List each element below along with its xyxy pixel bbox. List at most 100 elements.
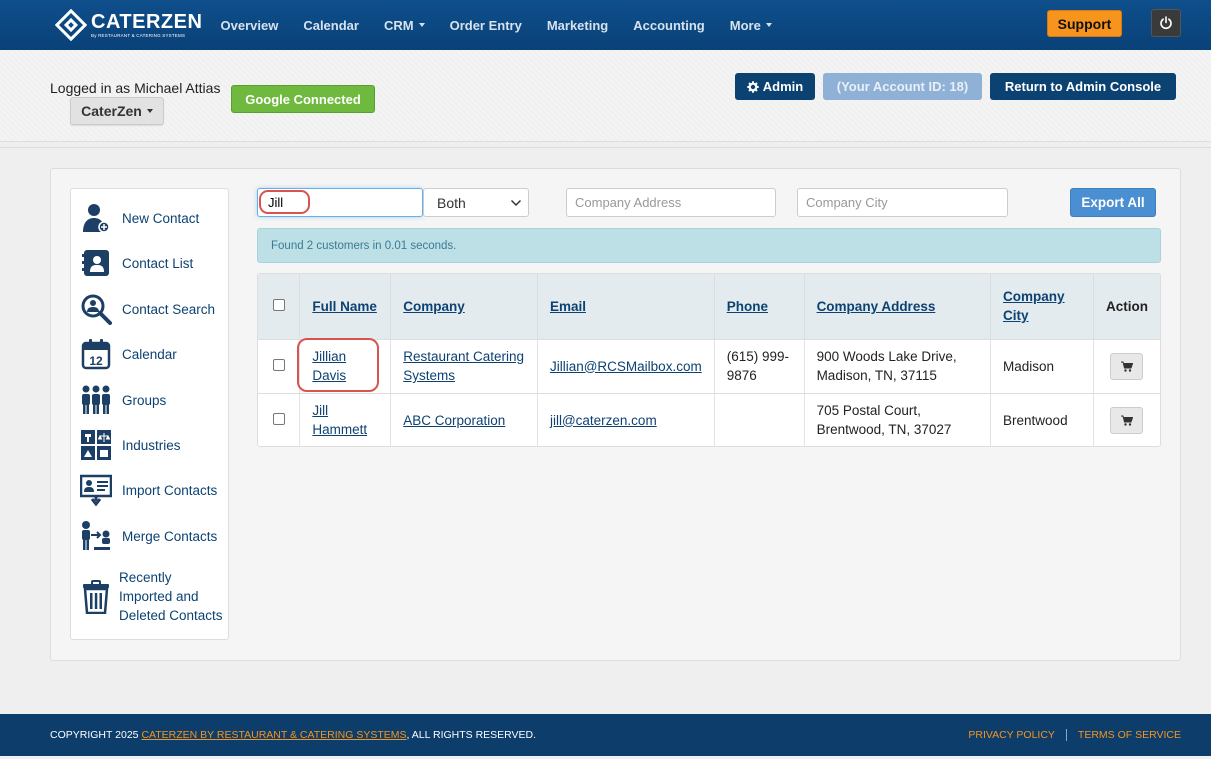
gear-icon <box>747 80 759 93</box>
sidebar-item-calendar[interactable]: 12 Calendar <box>79 337 177 371</box>
order-cart-button[interactable] <box>1110 352 1144 380</box>
sidebar-item-new-contact[interactable]: New Contact <box>79 201 199 235</box>
header-company[interactable]: Company <box>390 274 538 339</box>
contact-search-icon <box>79 292 113 326</box>
brand-tagline: By RESTAURANT & CATERING SYSTEMS <box>91 33 186 38</box>
header-email[interactable]: Email <box>537 274 715 339</box>
email-link[interactable]: jill@caterzen.com <box>550 413 657 428</box>
caret-down-icon <box>765 23 772 27</box>
terms-of-service-link[interactable]: TERMS OF SERVICE <box>1078 729 1181 741</box>
cell-company-address: 900 Woods Lake Drive, Madison, TN, 37115 <box>804 338 992 393</box>
sidebar-item-industries[interactable]: Industries <box>79 428 181 462</box>
nav-accounting[interactable]: Accounting <box>621 18 718 33</box>
table-row: Jillian Davis Restaurant Catering System… <box>258 338 1160 393</box>
page-footer: COPYRIGHT 2025 CATERZEN BY RESTAURANT & … <box>0 714 1211 756</box>
select-all-cell <box>258 274 301 339</box>
match-type-select[interactable]: Both <box>423 188 529 217</box>
contact-name-link[interactable]: Jill Hammett <box>312 403 367 437</box>
name-highlight-annotation <box>297 338 379 392</box>
nav-calendar[interactable]: Calendar <box>291 18 372 33</box>
copyright: COPYRIGHT 2025 CATERZEN BY RESTAURANT & … <box>50 729 537 741</box>
cell-email: jill@caterzen.com <box>537 392 715 446</box>
org-dropdown[interactable]: CaterZen <box>70 97 164 125</box>
caterzen-logo[interactable]: CATERZEN By RESTAURANT & CATERING SYSTEM… <box>54 8 203 42</box>
trash-icon <box>79 579 113 614</box>
cart-icon <box>1120 415 1133 426</box>
cell-company-city: Brentwood <box>990 392 1094 446</box>
top-navbar: CATERZEN By RESTAURANT & CATERING SYSTEM… <box>0 0 1211 50</box>
return-admin-console-button[interactable]: Return to Admin Console <box>990 73 1176 100</box>
nav-crm[interactable]: CRM <box>371 18 437 33</box>
cell-action <box>1093 338 1160 393</box>
contact-list-icon <box>79 246 113 280</box>
cart-icon <box>1120 361 1133 372</box>
logged-in-text: Logged in as Michael Attias <box>50 80 221 96</box>
cell-email: Jillian@RCSMailbox.com <box>537 338 715 393</box>
sidebar-item-contact-search[interactable]: Contact Search <box>79 292 215 326</box>
cell-company-city: Madison <box>990 338 1094 393</box>
nav-more[interactable]: More <box>717 18 784 33</box>
caret-down-icon <box>418 23 425 27</box>
nav-order-entry[interactable]: Order Entry <box>437 18 534 33</box>
company-city-input[interactable] <box>797 188 1008 217</box>
header-full-name[interactable]: Full Name <box>299 274 392 339</box>
privacy-policy-link[interactable]: PRIVACY POLICY <box>968 729 1055 741</box>
cell-full-name: Jill Hammett <box>299 392 392 446</box>
email-link[interactable]: Jillian@RCSMailbox.com <box>550 359 702 374</box>
calendar-day: 12 <box>89 354 103 368</box>
sidebar-item-recently-deleted[interactable]: Recently Imported and Deleted Contacts <box>79 568 227 625</box>
caret-down-icon <box>146 109 153 113</box>
main-nav: Overview Calendar CRM Order Entry Market… <box>208 0 784 50</box>
cell-company: Restaurant Catering Systems <box>390 338 538 393</box>
header-company-address[interactable]: Company Address <box>804 274 992 339</box>
select-all-checkbox[interactable] <box>272 298 285 311</box>
company-link[interactable]: CATERZEN BY RESTAURANT & CATERING SYSTEM… <box>141 729 406 741</box>
sidebar-item-import-contacts[interactable]: Import Contacts <box>79 473 217 507</box>
table-row: Jill Hammett ABC Corporation jill@caterz… <box>258 392 1160 446</box>
brand-name: CATERZEN <box>91 11 203 33</box>
contacts-table: Full Name Company Email Phone Company Ad… <box>257 273 1161 447</box>
company-link[interactable]: Restaurant Catering Systems <box>403 349 524 383</box>
new-contact-icon <box>79 201 113 235</box>
chevron-down-icon <box>510 199 522 207</box>
logo-diamond-icon <box>54 8 88 42</box>
admin-button[interactable]: Admin <box>735 73 815 100</box>
company-address-input[interactable] <box>566 188 776 217</box>
google-connected-button[interactable]: Google Connected <box>231 85 375 113</box>
import-contacts-icon <box>79 473 113 507</box>
industries-icon <box>79 428 113 462</box>
contacts-sidebar: New Contact Contact List Contact Search … <box>70 188 229 640</box>
sidebar-item-groups[interactable]: Groups <box>79 383 166 417</box>
cell-phone <box>714 392 805 446</box>
table-header-row: Full Name Company Email Phone Company Ad… <box>258 274 1160 339</box>
power-button[interactable] <box>1151 9 1181 37</box>
row-checkbox[interactable] <box>272 358 285 371</box>
nav-marketing[interactable]: Marketing <box>534 18 620 33</box>
sidebar-item-merge-contacts[interactable]: Merge Contacts <box>79 519 217 553</box>
merge-contacts-icon <box>79 519 113 553</box>
header-action: Action <box>1093 274 1160 339</box>
row-select-cell <box>258 392 301 446</box>
header-phone[interactable]: Phone <box>714 274 805 339</box>
row-checkbox[interactable] <box>272 412 285 425</box>
footer-divider <box>1065 729 1067 741</box>
support-button[interactable]: Support <box>1047 10 1122 37</box>
header-divider <box>0 147 1211 148</box>
results-alert: Found 2 customers in 0.01 seconds. <box>257 228 1161 263</box>
cell-company: ABC Corporation <box>390 392 538 446</box>
account-id-button[interactable]: (Your Account ID: 18) <box>823 73 982 100</box>
company-link[interactable]: ABC Corporation <box>403 413 505 428</box>
sidebar-item-contact-list[interactable]: Contact List <box>79 246 193 280</box>
search-highlight-annotation <box>259 190 310 214</box>
order-cart-button[interactable] <box>1110 406 1144 434</box>
footer-links: PRIVACY POLICY TERMS OF SERVICE <box>968 729 1181 741</box>
power-icon <box>1160 16 1172 30</box>
header-company-city[interactable]: Company City <box>990 274 1094 339</box>
cell-action <box>1093 392 1160 446</box>
calendar-icon: 12 <box>79 337 113 371</box>
groups-icon <box>79 383 113 417</box>
nav-overview[interactable]: Overview <box>208 18 291 33</box>
row-select-cell <box>258 338 301 393</box>
cell-phone: (615) 999-9876 <box>714 338 805 393</box>
export-all-button[interactable]: Export All <box>1070 188 1156 217</box>
